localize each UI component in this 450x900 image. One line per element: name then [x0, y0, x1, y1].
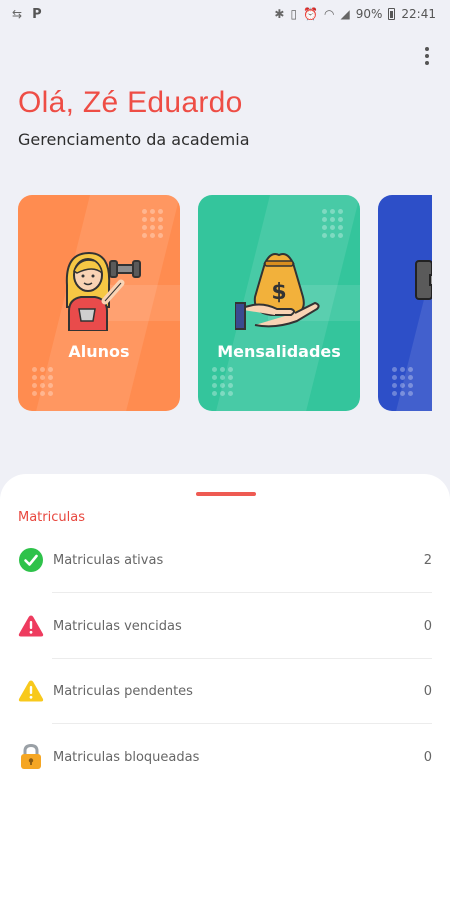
- dots-decoration: [32, 367, 54, 397]
- divider: [52, 658, 432, 659]
- row-matriculas-vencidas[interactable]: Matriculas vencidas 0: [18, 604, 432, 648]
- vibrate-icon: ▯: [290, 7, 298, 21]
- battery-icon: [388, 8, 396, 20]
- card-third[interactable]: [378, 195, 432, 411]
- warning-triangle-yellow-icon: [18, 678, 44, 704]
- wifi-icon: ◠: [324, 7, 335, 21]
- money-bag-hand-icon: $: [235, 253, 320, 330]
- dots-decoration: [322, 209, 344, 239]
- row-count: 2: [423, 552, 432, 568]
- student-with-dumbbell-icon: [65, 251, 141, 331]
- row-matriculas-bloqueadas[interactable]: Matriculas bloqueadas 0: [18, 735, 432, 779]
- alarm-icon: ⏰: [303, 7, 319, 21]
- card-label: Alunos: [68, 342, 130, 361]
- row-count: 0: [423, 618, 432, 634]
- warning-triangle-red-icon: [18, 613, 44, 639]
- card-alunos[interactable]: Alunos: [18, 195, 180, 411]
- overflow-dot: [425, 47, 429, 51]
- row-label: Matriculas pendentes: [53, 683, 193, 699]
- feature-cards-carousel[interactable]: Alunos $ Mensalidades: [18, 195, 432, 411]
- divider: [52, 592, 432, 593]
- dumbbell-icon: [415, 260, 432, 300]
- sheet-drag-handle[interactable]: [196, 492, 256, 496]
- bluetooth-icon: ✱: [274, 7, 285, 21]
- parking-app-icon: P: [32, 6, 42, 22]
- row-count: 0: [423, 749, 432, 765]
- dots-decoration: [212, 367, 234, 397]
- battery-percent: 90%: [355, 7, 383, 21]
- matriculas-sheet: Matriculas Matriculas ativas 2 Matricula…: [0, 474, 450, 900]
- overflow-dot: [425, 54, 429, 58]
- row-matriculas-ativas[interactable]: Matriculas ativas 2: [18, 538, 432, 582]
- row-matriculas-pendentes[interactable]: Matriculas pendentes 0: [18, 669, 432, 713]
- padlock-icon: [18, 744, 44, 770]
- page-subtitle: Gerenciamento da academia: [18, 130, 250, 149]
- dots-decoration: [392, 367, 414, 397]
- clock: 22:41: [401, 7, 436, 21]
- overflow-dot: [425, 61, 429, 65]
- divider: [52, 723, 432, 724]
- status-bar: ⇆ P ✱ ▯ ⏰ ◠ ◢ 90% 22:41: [0, 0, 450, 28]
- row-count: 0: [423, 683, 432, 699]
- row-label: Matriculas vencidas: [53, 618, 182, 634]
- card-mensalidades[interactable]: $ Mensalidades: [198, 195, 360, 411]
- check-circle-icon: [18, 547, 44, 573]
- usb-icon: ⇆: [12, 7, 23, 21]
- row-label: Matriculas bloqueadas: [53, 749, 200, 765]
- svg-text:$: $: [271, 280, 286, 305]
- row-label: Matriculas ativas: [53, 552, 164, 568]
- dots-decoration: [142, 209, 164, 239]
- signal-icon: ◢: [340, 7, 350, 21]
- card-label: Mensalidades: [217, 342, 341, 361]
- overflow-menu-button[interactable]: [418, 44, 436, 68]
- section-title: Matriculas: [18, 510, 85, 525]
- greeting-title: Olá, Zé Eduardo: [18, 86, 243, 119]
